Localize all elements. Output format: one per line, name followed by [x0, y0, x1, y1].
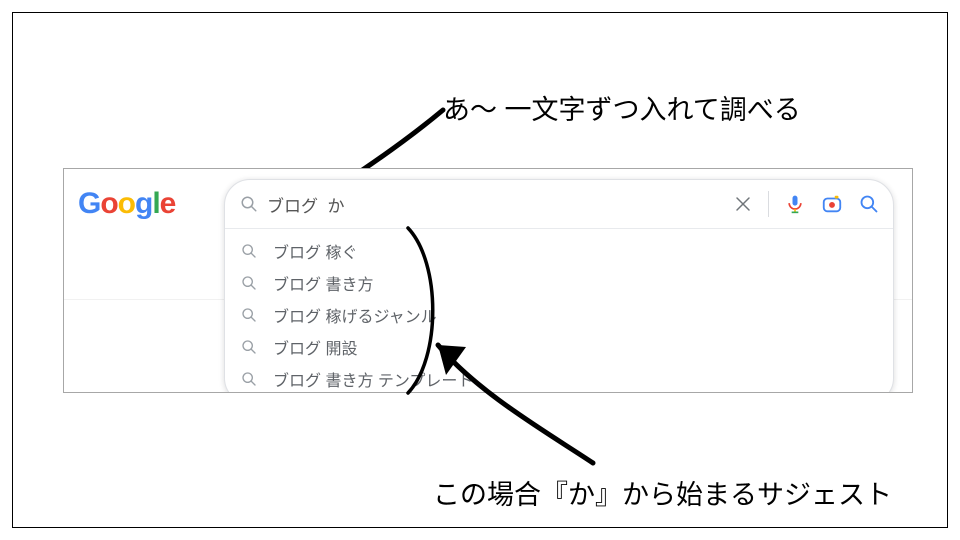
- annotation-top: あ～ 一文字ずつ入れて調べる: [443, 88, 801, 127]
- google-logo[interactable]: Google: [78, 187, 175, 221]
- suggestion-text: ブログ 書き方: [273, 271, 373, 295]
- search-icon: [239, 195, 259, 213]
- search-icon: [239, 339, 259, 355]
- search-icon: [239, 275, 259, 291]
- search-bar: [225, 180, 893, 228]
- mic-icon[interactable]: [785, 194, 805, 214]
- suggestion-item[interactable]: ブログ 稼げるジャンル: [225, 299, 893, 331]
- suggestion-text: ブログ 稼げるジャンル: [273, 303, 437, 327]
- suggestion-item[interactable]: ブログ 開設: [225, 331, 893, 363]
- search-icon: [239, 371, 259, 387]
- suggestion-item[interactable]: ブログ 書き方 テンプレート: [225, 363, 893, 393]
- logo-letter: o: [118, 187, 135, 220]
- search-button-icon[interactable]: [859, 194, 879, 214]
- logo-letter: g: [135, 187, 152, 220]
- logo-letter: e: [160, 187, 176, 220]
- suggestion-item[interactable]: ブログ 書き方: [225, 267, 893, 299]
- outer-frame: あ～ 一文字ずつ入れて調べる Google: [12, 12, 948, 528]
- search-icon: [239, 243, 259, 259]
- annotation-bottom: この場合『か』から始まるサジェスト: [433, 473, 892, 512]
- logo-letter: l: [152, 187, 159, 220]
- suggestions-list: ブログ 稼ぐ ブログ 書き方 ブログ 稼げるジャンル ブログ 開設 ブログ 書き…: [225, 228, 893, 393]
- logo-letter: G: [78, 187, 100, 220]
- search-icon: [239, 307, 259, 323]
- suggestion-text: ブログ 書き方 テンプレート: [273, 367, 473, 391]
- search-bar-icons: [734, 191, 879, 217]
- search-box: ブログ 稼ぐ ブログ 書き方 ブログ 稼げるジャンル ブログ 開設 ブログ 書き…: [224, 179, 894, 393]
- suggestion-item[interactable]: ブログ 稼ぐ: [225, 235, 893, 267]
- divider: [768, 191, 769, 217]
- camera-icon[interactable]: [821, 193, 843, 215]
- search-input[interactable]: [259, 194, 734, 214]
- suggestion-text: ブログ 開設: [273, 335, 357, 359]
- clear-icon[interactable]: [734, 195, 752, 213]
- logo-letter: o: [100, 187, 117, 220]
- suggestion-text: ブログ 稼ぐ: [273, 239, 357, 263]
- google-search-panel: Google: [63, 168, 913, 393]
